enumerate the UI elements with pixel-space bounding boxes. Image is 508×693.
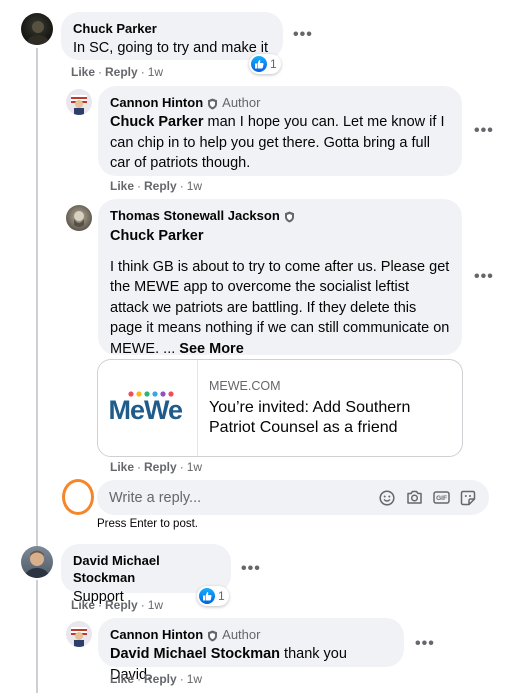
avatar[interactable] [66,205,92,231]
comment-actions: Like · Reply · 1w [71,598,164,612]
comment-text: In SC, going to try and make it [73,40,269,56]
more-options-button[interactable]: ••• [415,635,435,653]
avatar[interactable] [66,621,92,647]
svg-text:GIF: GIF [436,495,447,502]
comment-actions: Like · Reply · 1w [110,460,203,474]
comment-author[interactable]: Cannon Hinton [110,94,203,111]
reply-button[interactable]: Reply [144,179,177,193]
mention-link[interactable]: Chuck Parker [110,226,450,247]
mention-link[interactable]: David Michael Stockman [110,646,280,662]
author-badge: Author [222,95,261,110]
timestamp[interactable]: 1w [148,65,163,79]
more-options-button[interactable]: ••• [293,26,313,44]
like-button[interactable]: Like [110,672,134,686]
timestamp[interactable]: 1w [187,672,202,686]
thread-line [36,48,38,548]
reaction-count[interactable]: 1 [197,586,229,606]
avatar[interactable] [21,13,53,45]
timestamp[interactable]: 1w [187,179,202,193]
like-reaction-icon [251,56,267,72]
comment-author[interactable]: Thomas Stonewall Jackson [110,207,280,224]
comment-actions: Like · Reply · 1w [71,65,164,79]
comment-author[interactable]: David Michael Stockman [73,552,219,586]
thread-line [36,580,38,693]
link-preview-card[interactable]: MeWe MEWE.COM You’re invited: Add Southe… [97,359,463,457]
avatar[interactable] [21,546,53,578]
link-domain: MEWE.COM [209,379,281,393]
emoji-icon[interactable] [378,489,396,507]
mention-link[interactable]: Chuck Parker [110,114,204,130]
see-more-link[interactable]: See More [179,341,243,357]
author-shield-icon [207,629,218,641]
comment-bubble: Cannon Hinton Author David Michael Stock… [98,618,404,683]
reply-hint: Press Enter to post. [97,518,198,530]
avatar[interactable] [66,89,92,115]
annotation-circle [62,479,94,515]
reaction-count-value: 1 [270,57,277,71]
more-options-button[interactable]: ••• [474,122,494,140]
author-shield-icon [284,210,295,222]
comment-text: I think GB is about to try to come after… [110,258,450,357]
comment-text: Chuck Parker man I hope you can. Let me … [110,114,445,171]
mewe-logo: MeWe [98,360,198,456]
more-options-button[interactable]: ••• [474,268,494,286]
like-button[interactable]: Like [110,179,134,193]
reply-button[interactable]: Reply [144,672,177,686]
reaction-count[interactable]: 1 [249,54,281,74]
timestamp[interactable]: 1w [187,460,202,474]
author-shield-icon [207,97,218,109]
reply-button[interactable]: Reply [144,460,177,474]
comment-bubble: Thomas Stonewall Jackson Chuck Parker I … [98,199,462,357]
comment-bubble: Chuck Parker In SC, going to try and mak… [61,12,283,60]
comment-actions: Like · Reply · 1w [110,672,203,686]
reply-button[interactable]: Reply [105,598,138,612]
more-options-button[interactable]: ••• [241,560,261,578]
like-button[interactable]: Like [71,598,95,612]
reply-button[interactable]: Reply [105,65,138,79]
sticker-icon[interactable] [459,489,477,507]
comment-bubble: Cannon Hinton Author Chuck Parker man I … [98,86,462,176]
like-button[interactable]: Like [71,65,95,79]
reply-input[interactable]: Write a reply... [109,490,378,506]
reply-input-box[interactable]: Write a reply... GIF [97,480,489,515]
camera-icon[interactable] [405,489,423,507]
comment-author[interactable]: Chuck Parker [73,20,271,37]
like-reaction-icon [199,588,215,604]
author-badge: Author [222,627,261,642]
comment-actions: Like · Reply · 1w [110,179,203,193]
timestamp[interactable]: 1w [148,598,163,612]
like-button[interactable]: Like [110,460,134,474]
reaction-count-value: 1 [218,589,225,603]
link-title: You’re invited: Add Southern Patriot Cou… [209,399,411,436]
gif-icon[interactable]: GIF [432,489,450,507]
comment-author[interactable]: Cannon Hinton [110,626,203,643]
